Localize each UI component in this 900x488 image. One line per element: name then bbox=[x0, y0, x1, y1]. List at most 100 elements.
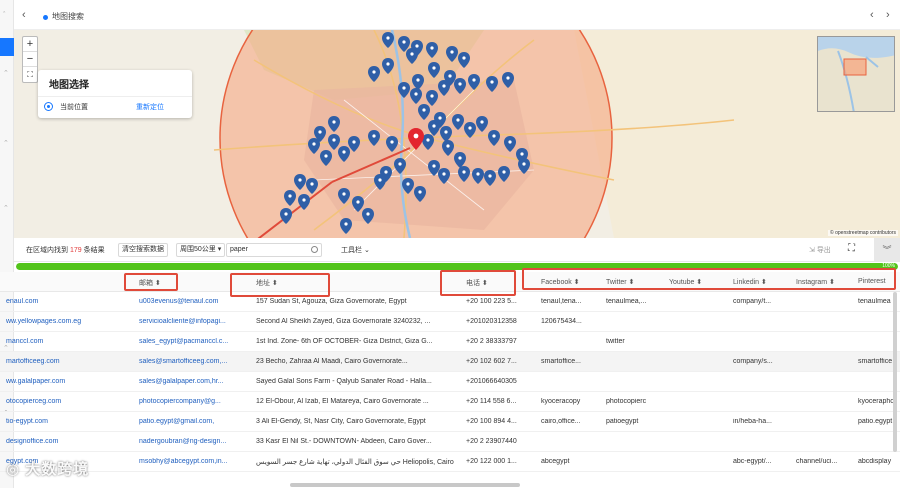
cell-address: 33 Kasr El Nil St.- DOWNTOWN- Abdeen, Ca… bbox=[256, 438, 432, 445]
search-icon[interactable] bbox=[311, 246, 318, 253]
map-select-panel: 地图选择 当前位置 重新定位 bbox=[38, 70, 192, 118]
cell-email[interactable]: sales@smartofficeeg.com,... bbox=[139, 358, 249, 365]
panel-title: 地图选择 bbox=[49, 80, 89, 91]
result-count-prefix: 在区域内找到 bbox=[26, 247, 68, 254]
cell-phone: +20 2 38333797 bbox=[466, 338, 517, 345]
horizontal-scrollbar[interactable] bbox=[290, 483, 520, 487]
zoom-control: + − ⛶ bbox=[22, 36, 38, 83]
cell-facebook: tenaul,tena... bbox=[541, 298, 582, 305]
cell-web[interactable]: manccl.com bbox=[6, 338, 126, 345]
table-row[interactable]: ww.yellowpages.com.eg servicioalcliente@i… bbox=[0, 312, 900, 332]
results-table: 邮箱 ⬍ 地址 ⬍ 电话 ⬍ Facebook ⬍ Twitter ⬍ Yout… bbox=[0, 272, 900, 488]
cell-phone: +201020312358 bbox=[466, 318, 517, 325]
map-view[interactable]: + − ⛶ 地图选择 当前位置 重新定位 © openstreetmap con… bbox=[14, 30, 900, 238]
tab-prev-icon[interactable]: ‹ bbox=[870, 9, 874, 21]
table-row[interactable]: otocopierceg.com photocopiercompany@g... 1… bbox=[0, 392, 900, 412]
radius-select[interactable]: 周围50公里 ▾ bbox=[176, 243, 226, 257]
clear-search-button[interactable]: 清空搜索数据 bbox=[118, 243, 168, 257]
table-row[interactable]: egypt.com msobhy@abcegypt.com,in... حي سوق… bbox=[0, 452, 900, 472]
rail-active-item[interactable] bbox=[0, 38, 14, 56]
rail-expand-icon[interactable]: ⌃ bbox=[3, 140, 11, 148]
cell-email[interactable]: photocopiercompany@g... bbox=[139, 398, 249, 405]
cell-email[interactable]: msobhy@abcegypt.com,in... bbox=[139, 458, 249, 465]
tab-bar: ‹ 地图搜索 ‹ › bbox=[14, 0, 900, 30]
fit-map-button[interactable]: ⛶ bbox=[23, 67, 37, 82]
result-count-number: 179 bbox=[69, 247, 82, 254]
cell-linkedin: abc-egypt/... bbox=[733, 458, 772, 465]
tools-dropdown[interactable]: 工具栏 ⌄ bbox=[341, 245, 370, 255]
cell-linkedin: in/heba-ha... bbox=[733, 418, 772, 425]
table-row[interactable]: manccl.com sales_egypt@pacmanccl.c... 1st … bbox=[0, 332, 900, 352]
export-label: 导出 bbox=[816, 247, 831, 254]
rail-expand-icon[interactable]: ⌃ bbox=[3, 205, 11, 213]
overview-minimap[interactable] bbox=[817, 36, 895, 112]
cell-address: 1st Ind. Zone- 6th OF OCTOBER- Giza Dist… bbox=[256, 338, 433, 345]
cell-address: 157 Sudan St, Agouza, Giza Governorate, … bbox=[256, 298, 407, 305]
current-position-row: 当前位置 重新定位 bbox=[38, 96, 192, 116]
relocate-link[interactable]: 重新定位 bbox=[136, 102, 164, 112]
keyword-search-input[interactable]: paper bbox=[226, 243, 322, 257]
cell-address: حي سوق الفئال الدولي، تهاية شارع جسر الس… bbox=[256, 459, 456, 466]
vertical-scrollbar[interactable] bbox=[893, 292, 897, 452]
table-row[interactable]: tio-egypt.com patio.egypt@gmail.com, 3 Ali… bbox=[0, 412, 900, 432]
cell-phone: +20 122 000 1... bbox=[466, 458, 517, 465]
cell-web[interactable]: ww.galalpaper.com bbox=[6, 378, 126, 385]
watermark-logo: ◎ 大数跨境 bbox=[6, 461, 90, 478]
watermark-text: 大数跨境 bbox=[25, 461, 90, 478]
tab-next-icon[interactable]: › bbox=[886, 9, 890, 21]
cell-address: Second Al Sheikh Zayed, Giza Governorate… bbox=[256, 318, 431, 325]
cell-phone: +20 2 23907440 bbox=[466, 438, 517, 445]
cell-phone: +201066640305 bbox=[466, 378, 517, 385]
tools-label: 工具栏 bbox=[341, 247, 362, 254]
cell-facebook: kyoceracopy bbox=[541, 398, 581, 405]
cell-web[interactable]: ww.yellowpages.com.eg bbox=[6, 318, 126, 325]
cell-web[interactable]: otocopierceg.com bbox=[6, 398, 126, 405]
cell-phone: +20 100 894 4... bbox=[466, 418, 517, 425]
cell-pinterest: abcdisplay bbox=[858, 458, 892, 465]
result-count-suffix: 条结果 bbox=[83, 247, 105, 254]
table-row[interactable]: designoffice.com nadergoubran@ng-design..… bbox=[0, 432, 900, 452]
zoom-in-button[interactable]: + bbox=[23, 37, 37, 52]
cell-phone: +20 102 602 7... bbox=[466, 358, 517, 365]
cell-web[interactable]: martofficeeg.com bbox=[6, 358, 126, 365]
collapse-panel-icon[interactable]: ︾ bbox=[874, 238, 900, 262]
cell-facebook: cairo,office... bbox=[541, 418, 581, 425]
cell-web[interactable]: enaul.com bbox=[6, 298, 126, 305]
cell-web[interactable]: designoffice.com bbox=[6, 438, 126, 445]
map-canvas[interactable] bbox=[14, 30, 900, 238]
cell-email[interactable]: sales@galalpaper.com,hr... bbox=[139, 378, 249, 385]
tab-map-search[interactable]: 地图搜索 bbox=[52, 11, 84, 22]
back-arrow-icon[interactable]: ‹ bbox=[22, 9, 26, 21]
export-button[interactable]: ⇲ 导出 bbox=[809, 245, 831, 255]
cell-address: 3 Ali El-Gendy, St, Nasr City, Cairo Gov… bbox=[256, 418, 426, 425]
cell-email[interactable]: patio.egypt@gmail.com, bbox=[139, 418, 249, 425]
cell-twitter: patioegypt bbox=[606, 418, 639, 425]
active-tab-dot-icon bbox=[43, 15, 48, 20]
cell-email[interactable]: u003evenus@tenaul.com bbox=[139, 298, 249, 305]
table-row[interactable]: martofficeeg.com sales@smartofficeeg.com,… bbox=[0, 352, 900, 372]
rail-expand-icon[interactable]: ⌃ bbox=[3, 70, 11, 78]
zoom-out-button[interactable]: − bbox=[23, 52, 37, 67]
cell-facebook: 120675434... bbox=[541, 318, 582, 325]
cell-email[interactable]: nadergoubran@ng-design... bbox=[139, 438, 249, 445]
rail-up-icon[interactable]: ‸ bbox=[3, 6, 11, 14]
location-target-icon bbox=[44, 102, 53, 111]
annotation-box-address bbox=[230, 273, 330, 297]
cell-facebook: smartoffice... bbox=[541, 358, 581, 365]
result-count: 在区域内找到 179 条结果 bbox=[26, 245, 105, 255]
radius-select-value: 周围50公里 bbox=[180, 246, 216, 253]
cell-address: 23 Becho, Zahraa Al Maadi, Cairo Governo… bbox=[256, 358, 408, 365]
table-row[interactable]: ww.galalpaper.com sales@galalpaper.com,hr… bbox=[0, 372, 900, 392]
cell-linkedin: company/t... bbox=[733, 298, 772, 305]
results-toolbar: 在区域内找到 179 条结果 清空搜索数据 周围50公里 ▾ paper 工具栏… bbox=[14, 238, 900, 262]
search-value: paper bbox=[230, 246, 248, 253]
current-position-label: 当前位置 bbox=[60, 104, 88, 111]
cell-email[interactable]: servicioalcliente@infopagi... bbox=[139, 318, 249, 325]
fullscreen-icon[interactable]: ⛶ bbox=[848, 243, 860, 255]
cell-email[interactable]: sales_egypt@pacmanccl.c... bbox=[139, 338, 249, 345]
cell-web[interactable]: tio-egypt.com bbox=[6, 418, 126, 425]
annotation-box-social bbox=[522, 268, 896, 290]
cell-phone: +20 100 223 5... bbox=[466, 298, 517, 305]
cell-facebook: abcegypt bbox=[541, 458, 570, 465]
cell-address: 12 El-Obour, Al Izab, El Matareya, Cairo… bbox=[256, 398, 429, 405]
